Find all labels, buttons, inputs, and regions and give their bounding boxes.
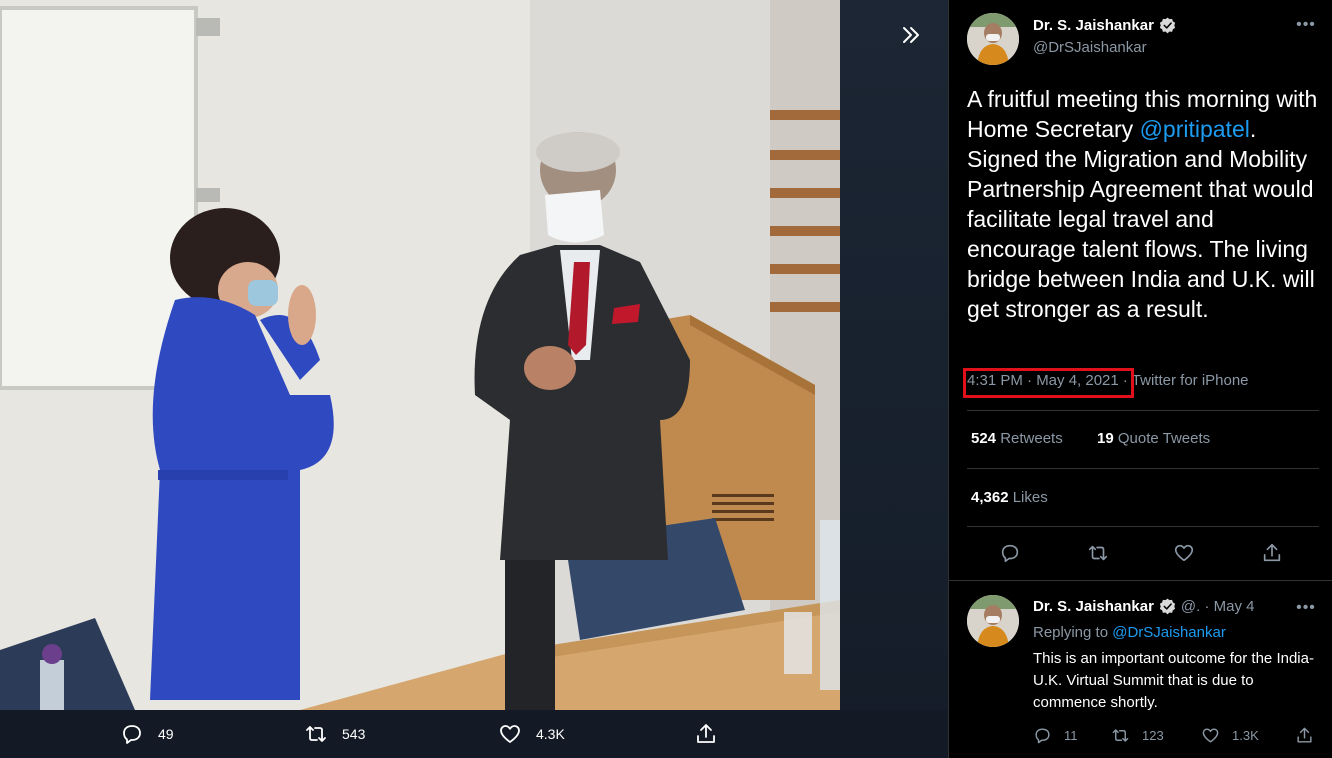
author-avatar[interactable]: [967, 13, 1019, 65]
avatar-image: [967, 595, 1019, 647]
reply-like-count: 1.3K: [1232, 728, 1259, 743]
reply-button[interactable]: [999, 542, 1023, 566]
media-like-button[interactable]: 4.3K: [498, 710, 565, 758]
reply-tweet[interactable]: Dr. S. Jaishankar @. · May 4 ••• Replyin…: [949, 580, 1332, 758]
divider: [967, 410, 1319, 411]
author-handle[interactable]: @DrSJaishankar: [1033, 39, 1147, 56]
retweet-icon: [1088, 545, 1108, 561]
retweet-icon: [306, 726, 326, 742]
media-reply-count: 49: [158, 726, 174, 742]
reply-share-button[interactable]: [1295, 726, 1314, 745]
avatar-image: [967, 13, 1019, 65]
replying-to: Replying to @DrSJaishankar: [1033, 624, 1226, 641]
expand-icon: [903, 27, 919, 43]
quote-tweets-stat[interactable]: 19 Quote Tweets: [1097, 430, 1210, 447]
reply-author-name[interactable]: Dr. S. Jaishankar @. · May 4: [1033, 597, 1254, 616]
media-retweet-button[interactable]: 543: [304, 710, 365, 758]
expand-panel-button[interactable]: [894, 18, 928, 52]
share-icon: [1297, 727, 1312, 743]
retweet-icon: [1112, 729, 1129, 742]
replying-to-link[interactable]: @DrSJaishankar: [1112, 624, 1226, 641]
retweets-count: 524: [971, 430, 997, 447]
reply-icon: [1035, 728, 1050, 744]
reply-text: This is an important outcome for the Ind…: [1033, 650, 1314, 711]
tweet-meta: 4:31 PM · May 4, 2021 · Twitter for iPho…: [967, 372, 1249, 389]
tweet-photo[interactable]: [0, 0, 840, 710]
reply-icon: [1001, 544, 1019, 563]
quote-tweets-label: Quote Tweets: [1113, 430, 1211, 447]
reply-author-name-text: Dr. S. Jaishankar: [1033, 598, 1154, 615]
tweet-panel: Dr. S. Jaishankar @DrSJaishankar ••• A f…: [948, 0, 1332, 758]
tweet-text: A fruitful meeting this morning with Hom…: [967, 84, 1319, 324]
like-icon: [1202, 728, 1219, 743]
mention-link[interactable]: @pritipatel: [1140, 116, 1250, 142]
likes-stat[interactable]: 4,362 Likes: [971, 489, 1048, 506]
author-name[interactable]: Dr. S. Jaishankar: [1033, 16, 1177, 35]
retweet-button[interactable]: [1087, 542, 1111, 566]
media-like-count: 4.3K: [536, 726, 565, 742]
reply-reply-count: 11: [1064, 728, 1078, 743]
photo-illustration: [0, 0, 840, 710]
retweets-stat[interactable]: 524 Retweets: [971, 430, 1063, 447]
reply-handle-date[interactable]: @. · May 4: [1181, 598, 1255, 615]
reply-like-button[interactable]: 1.3K: [1201, 726, 1259, 745]
reply-icon: [123, 725, 141, 744]
likes-count: 4,362: [971, 489, 1009, 506]
likes-label: Likes: [1008, 489, 1048, 506]
reply-reply-button[interactable]: 11: [1033, 726, 1078, 745]
tweet-source[interactable]: · Twitter for iPhone: [1119, 372, 1249, 389]
more-icon: •••: [1296, 599, 1316, 616]
share-icon: [1263, 543, 1281, 562]
like-icon: [1174, 544, 1194, 562]
share-button[interactable]: [1261, 542, 1285, 566]
media-reply-button[interactable]: 49: [120, 710, 174, 758]
media-viewer: 49 543 4.3K: [0, 0, 948, 758]
reply-author-avatar[interactable]: [967, 595, 1019, 647]
tweet-action-bar: [967, 538, 1319, 570]
retweets-label: Retweets: [996, 430, 1063, 447]
replying-prefix: Replying to: [1033, 624, 1113, 641]
tweet-text-part: . Signed the Migration and Mobility Part…: [967, 116, 1315, 322]
like-icon: [500, 725, 520, 743]
like-button[interactable]: [1173, 542, 1197, 566]
reply-retweet-button[interactable]: 123: [1111, 726, 1164, 745]
divider: [967, 526, 1319, 527]
author-name-text: Dr. S. Jaishankar: [1033, 17, 1154, 34]
reply-more-options-button[interactable]: •••: [1295, 597, 1317, 619]
media-action-bar: 49 543 4.3K: [0, 710, 948, 758]
more-options-button[interactable]: •••: [1295, 14, 1317, 36]
share-icon: [697, 724, 715, 743]
divider: [967, 468, 1319, 469]
tweet-timestamp[interactable]: 4:31 PM · May 4, 2021: [967, 372, 1119, 389]
background-timeline: [840, 0, 948, 758]
quote-tweets-count: 19: [1097, 430, 1114, 447]
verified-icon: [1158, 16, 1177, 35]
reply-retweet-count: 123: [1142, 728, 1164, 743]
media-share-button[interactable]: [694, 710, 718, 758]
verified-icon: [1158, 597, 1177, 616]
media-retweet-count: 543: [342, 726, 366, 742]
more-icon: •••: [1296, 16, 1316, 33]
